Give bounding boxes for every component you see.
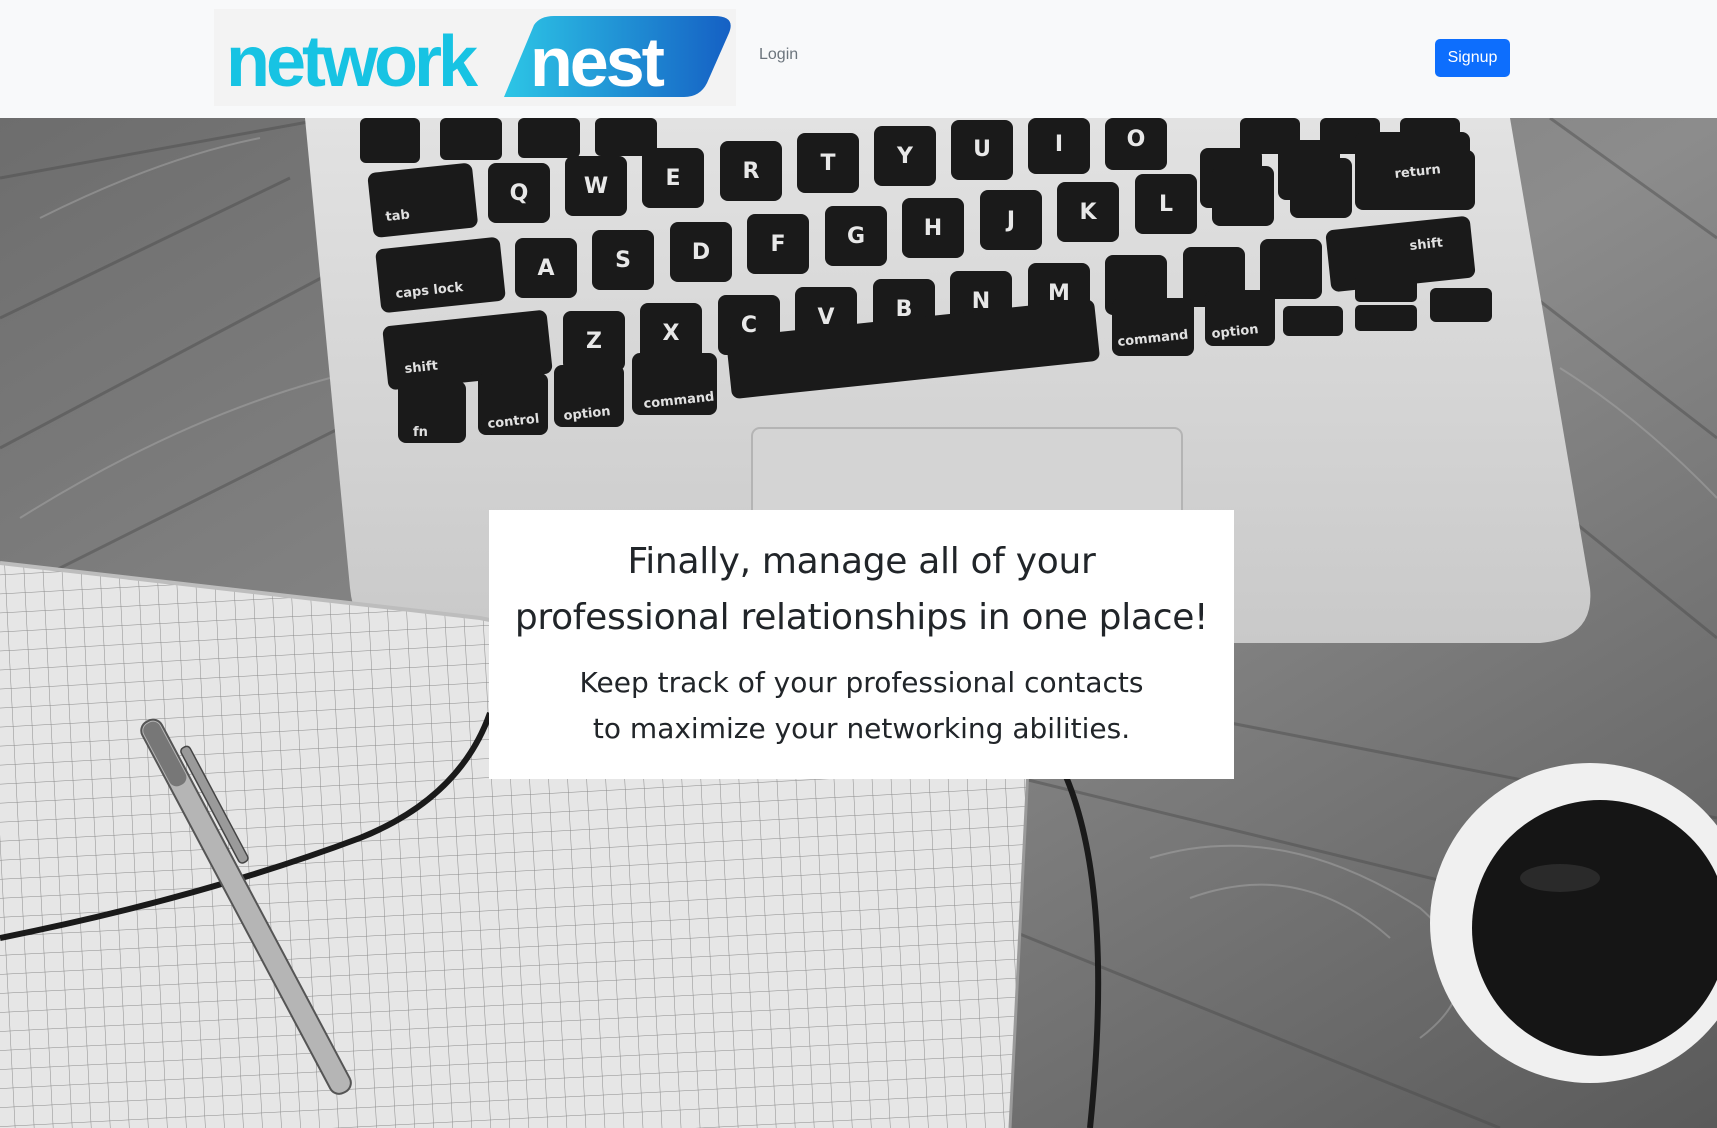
top-navbar: network nest Login Signup [0, 0, 1717, 118]
svg-text:Z: Z [586, 329, 602, 354]
svg-text:W: W [584, 174, 608, 199]
svg-text:G: G [847, 224, 865, 249]
hero-title-line-2: professional relationships in one place! [514, 597, 1209, 638]
hero-subtitle-line-1: Keep track of your professional contacts [579, 666, 1144, 699]
networknest-logo[interactable]: network nest [214, 9, 736, 106]
svg-text:B: B [896, 297, 913, 322]
svg-text:X: X [663, 321, 680, 346]
svg-text:I: I [1055, 132, 1063, 157]
svg-text:tab: tab [385, 208, 411, 225]
logo-graphic: network nest [226, 16, 731, 102]
svg-text:U: U [973, 137, 991, 162]
svg-text:E: E [665, 166, 680, 191]
svg-text:H: H [924, 216, 942, 241]
svg-text:F: F [770, 232, 785, 257]
svg-text:O: O [1127, 127, 1146, 152]
svg-text:J: J [1005, 208, 1015, 233]
svg-text:fn: fn [413, 425, 428, 440]
signup-button[interactable]: Signup [1435, 39, 1510, 77]
svg-text:Q: Q [510, 181, 529, 206]
logo-text-nest: nest [530, 23, 665, 101]
svg-text:V: V [817, 305, 834, 330]
svg-text:T: T [820, 151, 835, 176]
svg-text:S: S [615, 248, 631, 273]
svg-text:A: A [537, 256, 554, 281]
login-link[interactable]: Login [759, 46, 798, 64]
svg-text:Y: Y [896, 144, 914, 169]
hero-title-line-1: Finally, manage all of your [627, 541, 1096, 582]
svg-text:M: M [1048, 281, 1070, 306]
svg-text:N: N [972, 289, 990, 314]
svg-text:D: D [692, 240, 710, 265]
hero-section: QWE RTY UIO ASD FGH JKL ZXC VBN M tab ca… [0, 118, 1717, 1128]
hero-subtitle-line-2: to maximize your networking abilities. [592, 712, 1131, 745]
svg-text:L: L [1159, 192, 1173, 217]
logo-text-network: network [226, 22, 479, 102]
hero-card: Finally, manage all of your professional… [489, 510, 1234, 779]
svg-text:K: K [1079, 200, 1097, 225]
hero-title: Finally, manage all of your professional… [489, 534, 1234, 646]
svg-text:R: R [743, 159, 760, 184]
svg-text:C: C [741, 313, 757, 338]
hero-subtitle: Keep track of your professional contacts… [489, 660, 1234, 752]
